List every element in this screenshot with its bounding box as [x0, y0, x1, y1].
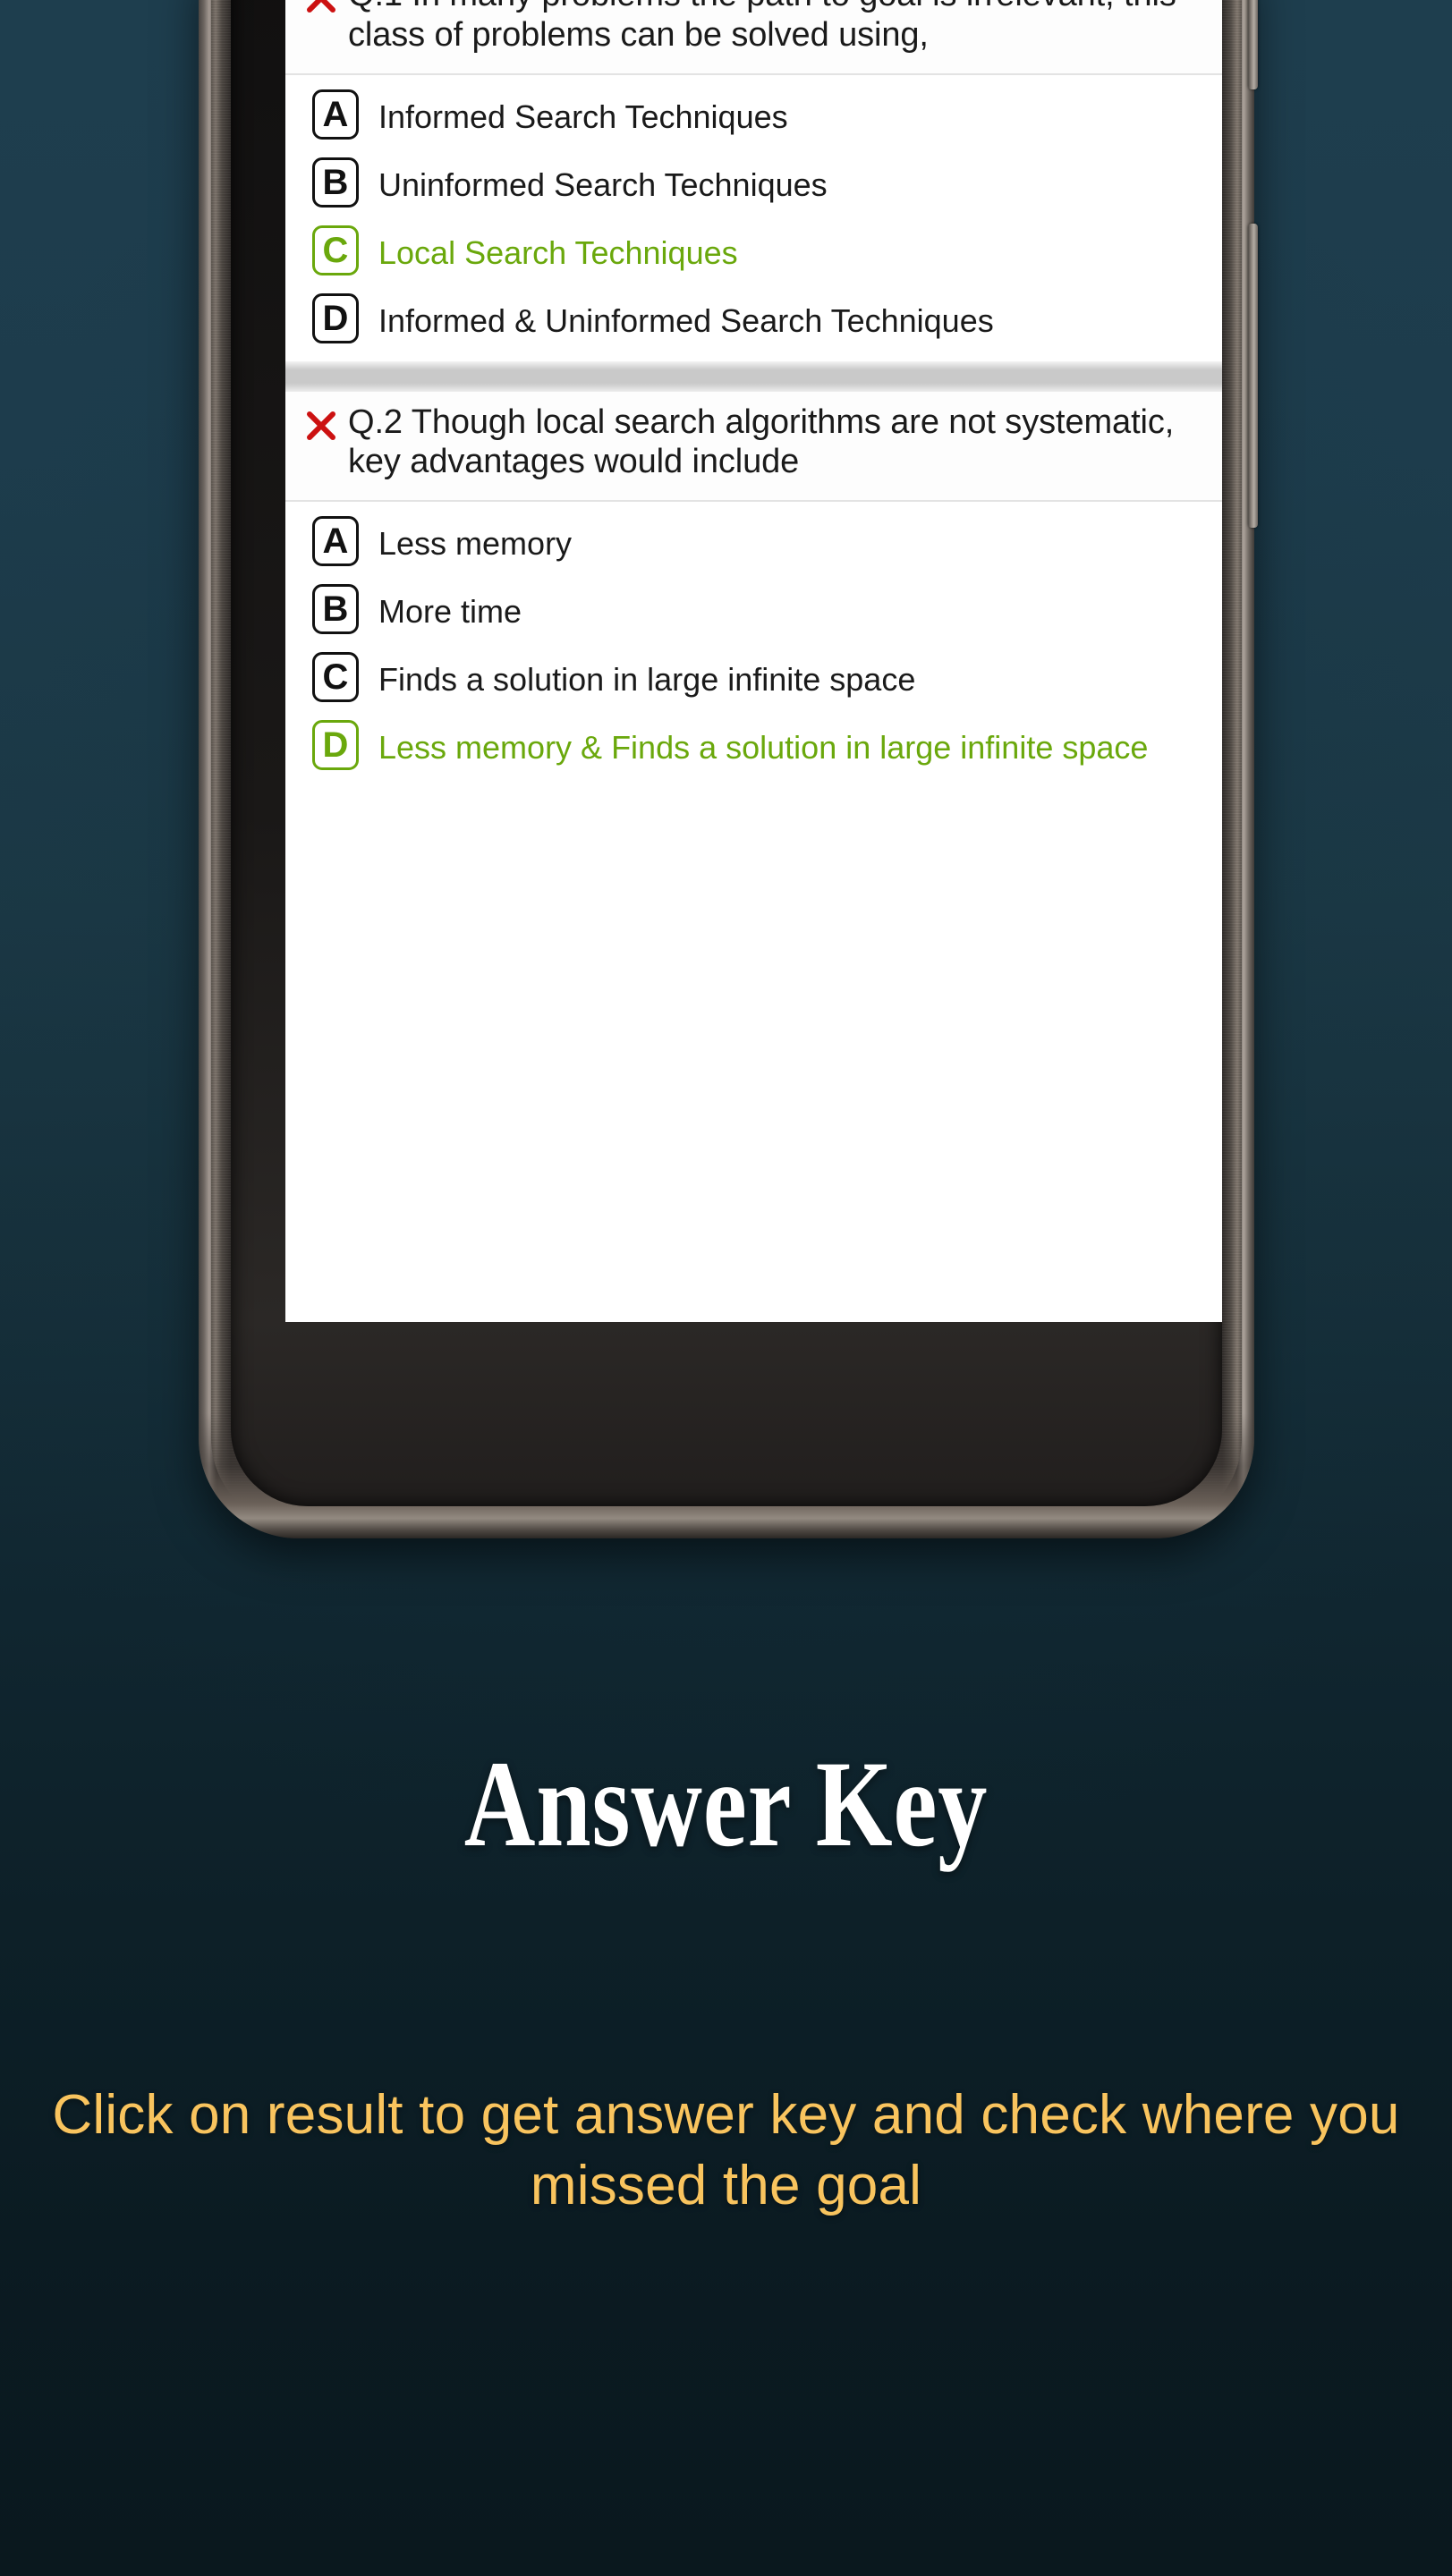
- option-label: Less memory & Finds a solution in large …: [378, 729, 1149, 767]
- option-letter-badge: A: [312, 516, 359, 567]
- question-header: Q.1 In many problems the path to goal is…: [285, 0, 1222, 73]
- option-label: Uninformed Search Techniques: [378, 165, 828, 203]
- phone-bezel: Q.1 In many problems the path to goal is…: [231, 0, 1222, 1506]
- question-header: Q.2 Though local search algorithms are n…: [285, 391, 1222, 501]
- option-letter-badge: A: [312, 89, 359, 140]
- option-label: Finds a solution in large infinite space: [378, 661, 916, 699]
- option-row-correct[interactable]: D Less memory & Finds a solution in larg…: [285, 711, 1222, 779]
- question-card[interactable]: Q.1 In many problems the path to goal is…: [285, 0, 1222, 361]
- option-row[interactable]: B More time: [285, 575, 1222, 643]
- option-letter-badge: C: [312, 652, 359, 703]
- option-row-correct[interactable]: C Local Search Techniques: [285, 216, 1222, 284]
- question-card-separator: [285, 360, 1222, 392]
- option-row[interactable]: D Informed & Uninformed Search Technique…: [285, 284, 1222, 352]
- option-row[interactable]: B Uninformed Search Techniques: [285, 148, 1222, 216]
- option-list: A Informed Search Techniques B Uninforme…: [285, 75, 1222, 361]
- question-text: Q.2 Though local search algorithms are n…: [348, 402, 1175, 481]
- option-label: Local Search Techniques: [378, 233, 738, 271]
- question-result-mark: [305, 402, 348, 442]
- question-result-mark: [305, 0, 348, 14]
- phone-mockup: Q.1 In many problems the path to goal is…: [199, 0, 1258, 1538]
- option-letter-badge: D: [312, 720, 359, 771]
- option-row[interactable]: A Informed Search Techniques: [285, 80, 1222, 148]
- option-row[interactable]: C Finds a solution in large infinite spa…: [285, 643, 1222, 711]
- red-x-icon: [307, 0, 335, 13]
- option-letter-badge: B: [312, 584, 359, 635]
- question-card[interactable]: Q.2 Though local search algorithms are n…: [285, 391, 1222, 789]
- phone-screen: Q.1 In many problems the path to goal is…: [285, 0, 1222, 1322]
- option-letter-badge: C: [312, 225, 359, 275]
- promo-headline: Answer Key: [463, 1735, 989, 1872]
- option-row[interactable]: A Less memory: [285, 507, 1222, 575]
- power-button[interactable]: [1248, 224, 1258, 528]
- option-list: A Less memory B More time C Finds a solu…: [285, 502, 1222, 788]
- option-label: Informed Search Techniques: [378, 97, 788, 135]
- option-letter-badge: D: [312, 292, 359, 343]
- red-x-icon: [307, 411, 335, 440]
- volume-button[interactable]: [1248, 0, 1258, 89]
- quiz-result-list: Q.1 In many problems the path to goal is…: [285, 0, 1222, 789]
- promo-subtext: Click on result to get answer key and ch…: [52, 2084, 1400, 2217]
- option-letter-badge: B: [312, 157, 359, 208]
- question-text: Q.1 In many problems the path to goal is…: [348, 0, 1176, 54]
- option-label: Informed & Uninformed Search Techniques: [378, 301, 994, 339]
- option-label: More time: [378, 593, 522, 631]
- option-label: Less memory: [378, 525, 573, 563]
